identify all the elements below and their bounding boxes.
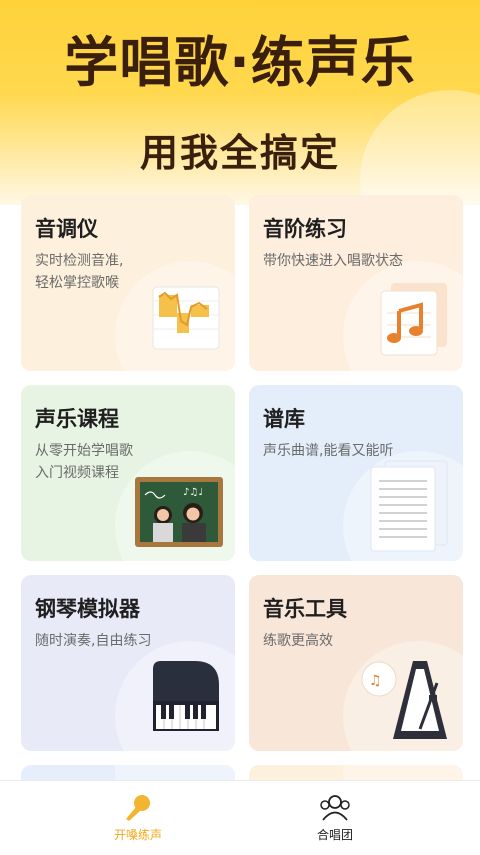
hero-banner: 学唱歌·练声乐 用我全搞定 [0,0,480,205]
card-vocal-course[interactable]: 声乐课程 从零开始学唱歌 入门视频课程 ♪♫♩ [21,385,235,561]
chalkboard-video-icon: ♪♫♩ [135,477,223,547]
card-title: 钢琴模拟器 [35,597,140,621]
card-description: 随时演奏,自由练习 [35,633,152,649]
tab-choir[interactable]: 合唱团 [215,781,455,855]
tab-label: 合唱团 [316,828,353,842]
sheet-music-icon [370,460,448,552]
microphone-icon [126,795,150,821]
card-music-tools[interactable]: 音乐工具 练歌更高效 ♫ [249,575,463,751]
group-icon [320,795,350,821]
banner-title: 学唱歌·练声乐 [64,31,416,94]
card-sheet-library[interactable]: 谱库 声乐曲谱,能看又能听 [249,385,463,561]
card-title: 音阶练习 [263,217,347,241]
metronome-icon: ♫ [361,661,447,739]
card-description: 带你快速进入唱歌状态 [263,253,403,269]
pitch-meter-icon [152,286,220,350]
music-note-sheet-icon [380,283,447,356]
card-description: 练歌更高效 [263,633,333,649]
bottom-tab-bar: 开嗓练声 合唱团 [0,780,480,855]
card-title: 谱库 [263,407,305,431]
svg-text:♫: ♫ [369,673,382,689]
card-piano-simulator[interactable]: 钢琴模拟器 随时演奏,自由练习 [21,575,235,751]
card-title: 声乐课程 [35,407,119,431]
piano-icon [153,661,219,731]
card-pitch-meter[interactable]: 音调仪 实时检测音准, 轻松掌控歌喉 [21,195,235,371]
card-title: 音调仪 [35,217,98,241]
card-title: 音乐工具 [263,597,347,621]
svg-text:♪♫♩: ♪♫♩ [183,487,203,498]
card-scale-practice[interactable]: 音阶练习 带你快速进入唱歌状态 [249,195,463,371]
banner-subtitle: 用我全搞定 [139,131,340,175]
